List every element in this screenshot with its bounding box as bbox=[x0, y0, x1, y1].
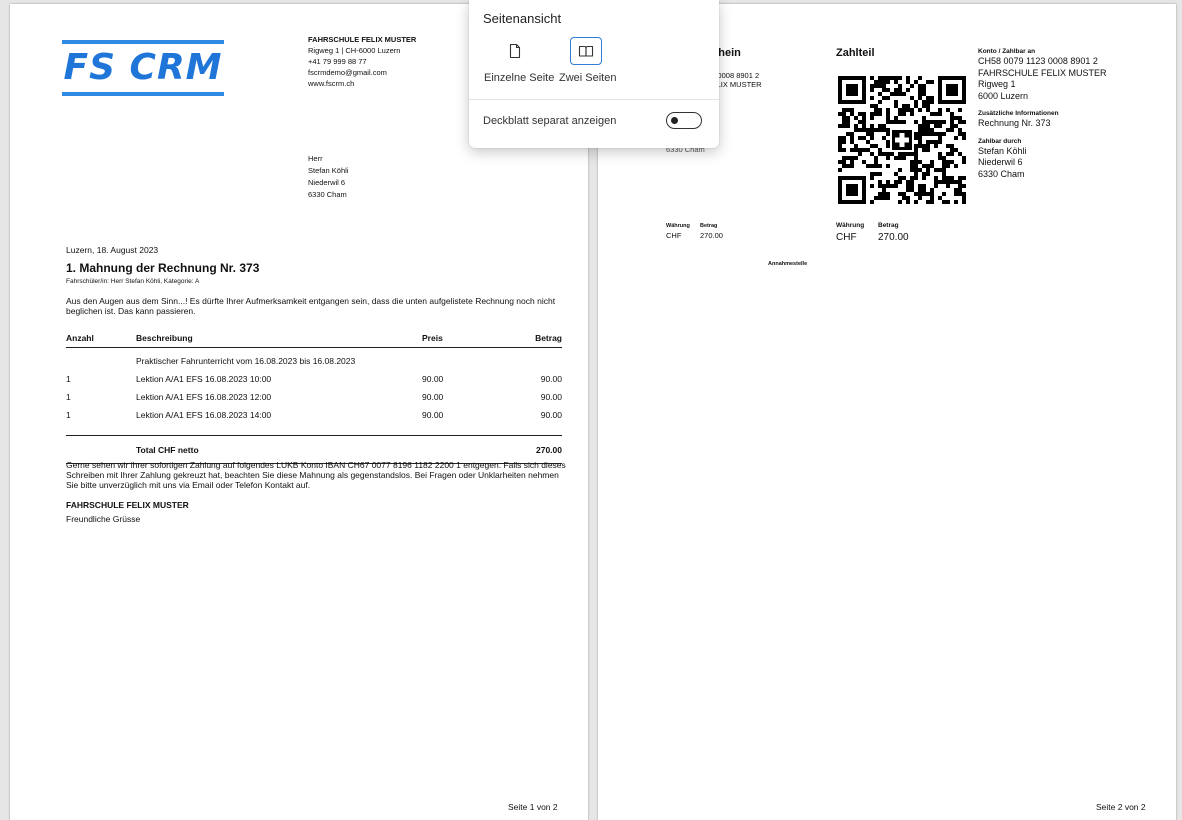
receipt-amount: 270.00 bbox=[700, 231, 723, 240]
additional-info: Rechnung Nr. 373 bbox=[978, 118, 1051, 128]
company-web: www.fscrm.ch bbox=[308, 79, 355, 88]
col-preis: Preis bbox=[422, 330, 502, 348]
creditor-city: 6000 Luzern bbox=[978, 90, 1029, 101]
company-logo: FS CRM bbox=[62, 40, 224, 98]
single-page-label[interactable]: Einzelne Seite bbox=[484, 72, 554, 84]
two-pages-icon bbox=[578, 45, 594, 57]
amount-value: 270.00 bbox=[878, 232, 909, 243]
table-row: Praktischer Fahrunterricht vom 16.08.202… bbox=[66, 348, 562, 370]
logo-text: FS CRM bbox=[63, 47, 223, 88]
company-name: FAHRSCHULE FELIX MUSTER bbox=[308, 35, 417, 44]
single-page-button[interactable] bbox=[499, 37, 531, 65]
row-price: 90.00 bbox=[422, 373, 444, 384]
receipt-currency-label: Währung bbox=[666, 223, 690, 229]
receipt-currency: CHF bbox=[666, 231, 682, 240]
currency-value: CHF bbox=[836, 232, 857, 243]
row-price: 90.00 bbox=[422, 409, 444, 420]
cover-separate-label: Deckblatt separat anzeigen bbox=[483, 115, 617, 127]
table-row: 1 Lektion A/A1 EFS 16.08.2023 14:00 90.0… bbox=[66, 405, 562, 423]
row-qty: 1 bbox=[66, 409, 71, 420]
row-price: 90.00 bbox=[422, 391, 444, 402]
col-betrag: Betrag bbox=[502, 330, 562, 348]
row-desc: Lektion A/A1 EFS 16.08.2023 14:00 bbox=[136, 409, 272, 420]
table-row: 1 Lektion A/A1 EFS 16.08.2023 12:00 90.0… bbox=[66, 387, 562, 405]
acceptance-point: Annahmestelle bbox=[768, 261, 808, 267]
recipient-salutation: Herr bbox=[308, 154, 323, 163]
creditor-name: FAHRSCHULE FELIX MUSTER bbox=[978, 67, 1107, 78]
col-beschreibung: Beschreibung bbox=[136, 330, 422, 348]
company-email: fscrmdemo@gmail.com bbox=[308, 68, 387, 77]
payment-details: Konto / Zahlbar an CH58 0079 1123 0008 8… bbox=[978, 48, 1173, 180]
two-pages-button[interactable] bbox=[570, 37, 602, 65]
recipient-city: 6330 Cham bbox=[308, 190, 347, 199]
invoice-table: Anzahl Beschreibung Preis Betrag Praktis… bbox=[66, 330, 562, 464]
row-desc: Lektion A/A1 EFS 16.08.2023 10:00 bbox=[136, 373, 272, 384]
row-amount: 90.00 bbox=[540, 391, 562, 402]
debtor-street: Niederwil 6 bbox=[978, 157, 1023, 167]
debtor-name: Stefan Köhli bbox=[978, 145, 1027, 156]
company-block: FAHRSCHULE FELIX MUSTER Rigweg 1 | CH-60… bbox=[308, 35, 416, 89]
row-amount: 90.00 bbox=[540, 373, 562, 384]
row-qty: 1 bbox=[66, 373, 71, 384]
date-line: Luzern, 18. August 2023 bbox=[66, 245, 159, 255]
row-amount: 90.00 bbox=[540, 409, 562, 420]
amount-label: Betrag bbox=[878, 222, 899, 229]
qr-code bbox=[838, 76, 966, 204]
creditor-street: Rigweg 1 bbox=[978, 79, 1016, 89]
payable-by-label: Zahlbar durch bbox=[978, 137, 1022, 145]
receipt-amount-label: Betrag bbox=[700, 223, 718, 229]
recipient-name: Stefan Köhli bbox=[308, 166, 349, 175]
recipient-address: Herr Stefan Köhli Niederwil 6 6330 Cham bbox=[308, 153, 348, 201]
page-footer: Seite 2 von 2 bbox=[1096, 802, 1146, 812]
toggle-knob bbox=[671, 116, 678, 124]
two-pages-label[interactable]: Zwei Seiten bbox=[559, 72, 616, 84]
debtor-city: 6330 Cham bbox=[978, 168, 1025, 179]
iban: CH58 0079 1123 0008 8901 2 bbox=[978, 56, 1098, 66]
student-line: Fahrschüler/in: Herr Stefan Köhli, Kateg… bbox=[66, 278, 200, 285]
company-address: Rigweg 1 | CH-6000 Luzern bbox=[308, 46, 401, 55]
closing-text: Freundliche Grüsse bbox=[66, 514, 141, 524]
recipient-street: Niederwil 6 bbox=[308, 178, 346, 187]
currency-label: Währung bbox=[836, 222, 865, 229]
reminder-heading: 1. Mahnung der Rechnung Nr. 373 bbox=[66, 261, 260, 275]
col-anzahl: Anzahl bbox=[66, 330, 136, 348]
table-header: Anzahl Beschreibung Preis Betrag bbox=[66, 330, 562, 348]
intro-text: Aus den Augen aus dem Sinn...! Es dürfte… bbox=[66, 296, 556, 316]
page-footer: Seite 1 von 2 bbox=[508, 802, 558, 812]
popup-divider bbox=[469, 99, 719, 100]
popup-title: Seitenansicht bbox=[483, 11, 562, 26]
additional-label: Zusätzliche Informationen bbox=[978, 110, 1059, 117]
row-desc: Lektion A/A1 EFS 16.08.2023 12:00 bbox=[136, 391, 272, 402]
row-qty: 1 bbox=[66, 391, 71, 402]
account-label: Konto / Zahlbar an bbox=[978, 48, 1036, 55]
page-view-popup: Seitenansicht Einzelne Seite Zwei Seiten… bbox=[469, 0, 719, 148]
table-row: 1 Lektion A/A1 EFS 16.08.2023 10:00 90.0… bbox=[66, 369, 562, 387]
cover-separate-toggle[interactable] bbox=[666, 112, 702, 129]
payment-title: Zahlteil bbox=[836, 47, 875, 59]
section-label: Praktischer Fahrunterricht vom 16.08.202… bbox=[136, 355, 356, 366]
company-phone: +41 79 999 88 77 bbox=[308, 57, 367, 66]
single-page-icon bbox=[509, 43, 521, 59]
outro-text: Gerne sehen wir ihrer sofortigen Zahlung… bbox=[66, 460, 566, 490]
signature-company: FAHRSCHULE FELIX MUSTER bbox=[66, 500, 189, 510]
